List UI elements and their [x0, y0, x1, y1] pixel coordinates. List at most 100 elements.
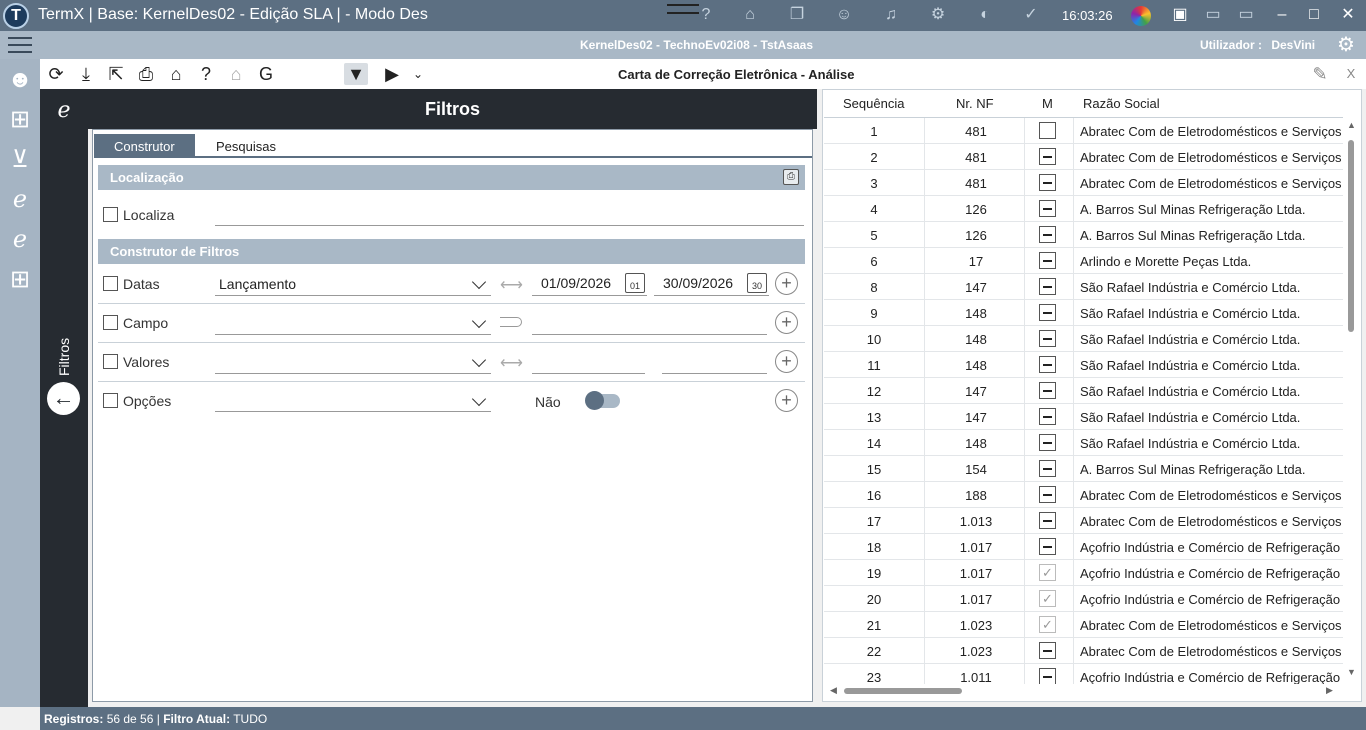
map-e-icon[interactable]: ℯ [4, 184, 36, 216]
field-checkbox[interactable] [103, 315, 118, 330]
table-row[interactable]: 14 148 São Rafael Indústria e Comércio Ltd… [824, 430, 1343, 456]
cart-filter-icon[interactable]: ⊞ [4, 264, 36, 296]
values-from-input[interactable] [532, 373, 645, 374]
mark-checkbox[interactable] [1039, 668, 1056, 684]
gear-icon[interactable]: ⚙ [926, 4, 950, 26]
side-filter-label[interactable]: Filtros [56, 338, 72, 376]
table-row[interactable]: 13 147 São Rafael Indústria e Comércio Ltd… [824, 404, 1343, 430]
screen-small-icon[interactable]: ▭ [1201, 4, 1225, 26]
camera-icon[interactable]: ▣ [1168, 4, 1192, 26]
mark-checkbox[interactable] [1039, 486, 1056, 503]
pin-icon[interactable]: ✎ [1308, 63, 1332, 85]
locate-input[interactable] [215, 225, 804, 226]
google-icon[interactable]: G [254, 63, 278, 85]
table-row[interactable]: 22 1.023 Abratec Com de Eletrodomésticos e… [824, 638, 1343, 664]
dates-checkbox[interactable] [103, 276, 118, 291]
vertical-scroll-thumb[interactable] [1348, 140, 1354, 332]
tab-pesquisas[interactable]: Pesquisas [196, 134, 296, 158]
cart-in-icon[interactable]: ⊻ [4, 144, 36, 176]
mark-checkbox[interactable] [1039, 122, 1056, 139]
column-header-sequencia[interactable]: Sequência [843, 96, 904, 111]
help-icon[interactable]: ? [694, 4, 718, 26]
field-select[interactable] [215, 334, 491, 335]
print-icon[interactable]: ⎙ [134, 63, 158, 85]
mark-checkbox[interactable] [1039, 460, 1056, 477]
mark-checkbox[interactable] [1039, 642, 1056, 659]
tab-construtor[interactable]: Construtor [94, 134, 195, 158]
check-icon[interactable]: ✓ [1019, 4, 1043, 26]
mark-checkbox[interactable] [1039, 252, 1056, 269]
refresh-icon[interactable]: ⟳ [44, 63, 68, 85]
table-row[interactable]: 17 1.013 Abratec Com de Eletrodomésticos e… [824, 508, 1343, 534]
table-row[interactable]: 23 1.011 Açofrio Indústria e Comércio de R… [824, 664, 1343, 684]
color-wheel-icon[interactable] [1131, 6, 1151, 26]
mark-checkbox[interactable] [1039, 304, 1056, 321]
mark-checkbox[interactable] [1039, 356, 1056, 373]
close-window-icon[interactable]: ✕ [1336, 4, 1360, 26]
table-row[interactable]: 21 1.023 ✓ Abratec Com de Eletrodomésticos … [824, 612, 1343, 638]
settings-icon[interactable]: ⚙ [1334, 34, 1358, 56]
mark-checkbox[interactable] [1039, 174, 1056, 191]
column-header-m[interactable]: M [1042, 96, 1053, 111]
table-row[interactable]: 6 17 Arlindo e Morette Peças Ltda. [824, 248, 1343, 274]
mark-checkbox[interactable] [1039, 408, 1056, 425]
user-icon[interactable]: ☺ [832, 4, 856, 26]
table-row[interactable]: 8 147 São Rafael Indústria e Comércio Ltda… [824, 274, 1343, 300]
calendar-from-icon[interactable]: 01 [625, 273, 645, 293]
mark-checkbox[interactable] [1039, 148, 1056, 165]
map-filter-icon[interactable]: ℯ [48, 97, 80, 129]
date-from-input[interactable]: 01/09/2026 [541, 275, 611, 291]
export-icon[interactable]: ⇱ [104, 63, 128, 85]
people-icon[interactable]: ☻ [4, 64, 36, 96]
bank-icon[interactable]: ⌂ [738, 4, 762, 26]
table-row[interactable]: 19 1.017 ✓ Açofrio Indústria e Comércio de … [824, 560, 1343, 586]
mark-checkbox[interactable] [1039, 538, 1056, 555]
field-value-input[interactable] [532, 334, 767, 335]
windows-icon[interactable]: ❐ [785, 4, 809, 26]
download-icon[interactable]: ⤓ [74, 63, 98, 85]
screen-icon[interactable]: ▭ [1234, 4, 1258, 26]
mark-checkbox[interactable] [1039, 434, 1056, 451]
options-select[interactable] [215, 411, 491, 412]
table-row[interactable]: 15 154 A. Barros Sul Minas Refrigeração Lt… [824, 456, 1343, 482]
play-dropdown-icon[interactable]: ⌄ [406, 63, 430, 85]
dates-field-select[interactable]: Lançamento [219, 276, 296, 292]
maximize-icon[interactable]: □ [1302, 4, 1326, 26]
filter-icon[interactable]: ▼ [344, 63, 368, 85]
table-row[interactable]: 20 1.017 ✓ Açofrio Indústria e Comércio de … [824, 586, 1343, 612]
add-dates-button[interactable]: + [775, 272, 798, 295]
close-form-button[interactable]: X [1339, 63, 1363, 85]
table-row[interactable]: 3 481 Abratec Com de Eletrodomésticos e Se… [824, 170, 1343, 196]
minimize-icon[interactable]: – [1270, 4, 1294, 26]
column-header-razao[interactable]: Razão Social [1083, 96, 1160, 111]
map-e2-icon[interactable]: ℯ [4, 224, 36, 256]
play-icon[interactable]: ▶ [380, 63, 404, 85]
mark-checkbox[interactable]: ✓ [1039, 616, 1056, 633]
table-row[interactable]: 1 481 Abratec Com de Eletrodomésticos e Se… [824, 118, 1343, 144]
calendar-to-icon[interactable]: 30 [747, 273, 767, 293]
horizontal-scroll-thumb[interactable] [844, 688, 962, 694]
chat-icon[interactable]: ◐ [973, 4, 997, 26]
operator-icon[interactable] [500, 317, 522, 327]
options-checkbox[interactable] [103, 393, 118, 408]
mark-checkbox[interactable] [1039, 200, 1056, 217]
column-header-nf[interactable]: Nr. NF [956, 96, 994, 111]
table-row[interactable]: 10 148 São Rafael Indústria e Comércio Ltd… [824, 326, 1343, 352]
back-arrow-button[interactable]: ← [47, 382, 80, 415]
mark-checkbox[interactable] [1039, 512, 1056, 529]
mark-checkbox[interactable] [1039, 382, 1056, 399]
scroll-up-icon[interactable]: ▲ [1347, 120, 1356, 130]
locate-checkbox[interactable] [103, 207, 118, 222]
mark-checkbox[interactable] [1039, 226, 1056, 243]
cart-icon[interactable]: ⊞ [4, 104, 36, 136]
menu-icon[interactable] [8, 37, 32, 53]
add-options-button[interactable]: + [775, 389, 798, 412]
bank-toolbar-icon[interactable]: ⌂ [224, 63, 248, 85]
mark-checkbox[interactable]: ✓ [1039, 564, 1056, 581]
report-icon[interactable]: ⌂ [164, 63, 188, 85]
mark-checkbox[interactable]: ✓ [1039, 590, 1056, 607]
table-row[interactable]: 2 481 Abratec Com de Eletrodomésticos e Se… [824, 144, 1343, 170]
mark-checkbox[interactable] [1039, 278, 1056, 295]
values-select[interactable] [215, 373, 491, 374]
date-to-input[interactable]: 30/09/2026 [663, 275, 733, 291]
